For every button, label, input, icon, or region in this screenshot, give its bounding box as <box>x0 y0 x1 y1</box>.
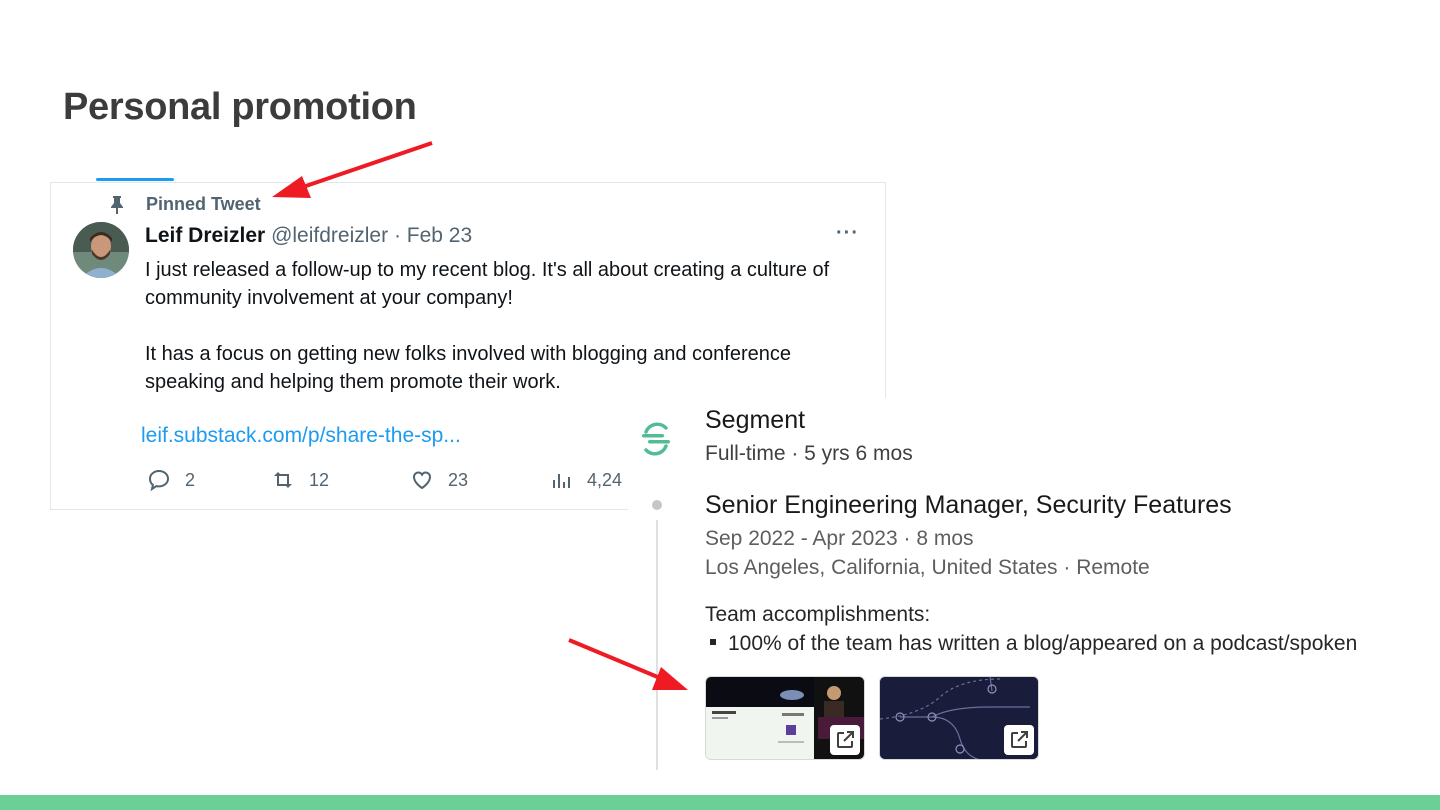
views-button[interactable]: 4,24 <box>549 468 622 492</box>
accomplishment-text: 100% of the team has written a blog/appe… <box>728 632 1358 655</box>
speech-bubble-icon <box>148 469 170 492</box>
separator-dot: · <box>393 224 401 247</box>
pinned-label-text: Pinned Tweet <box>146 194 261 214</box>
tab-indicator <box>96 178 174 181</box>
tweet-header: Leif Dreizler @leifdreizler · Feb 23 <box>145 224 472 248</box>
more-options-button[interactable]: ··· <box>836 222 859 245</box>
company-name[interactable]: Segment <box>705 406 805 435</box>
accomplishment-item: 100% of the team has written a blog/appe… <box>705 632 1357 656</box>
tweet-paragraph: It has a focus on getting new folks invo… <box>145 343 791 393</box>
like-count: 23 <box>448 469 469 490</box>
slide-title: Personal promotion <box>63 86 417 128</box>
role-dates: Sep 2022 - Apr 2023 · 8 mos <box>705 527 974 550</box>
reply-count: 2 <box>185 469 196 490</box>
employment-meta: Full-time · 5 yrs 6 mos <box>705 442 913 465</box>
role-location: Los Angeles, California, United States ·… <box>705 556 1150 579</box>
tweet-text: I just released a follow-up to my recent… <box>145 256 875 396</box>
accomplishments-heading: Team accomplishments: <box>705 603 931 626</box>
retweet-count: 12 <box>309 469 330 490</box>
pinned-tweet-label: Pinned Tweet <box>108 194 261 215</box>
tweet-link[interactable]: leif.substack.com/p/share-the-sp... <box>141 424 461 448</box>
like-button[interactable]: 23 <box>410 468 468 492</box>
external-link-icon <box>837 731 854 748</box>
external-link-button[interactable] <box>1004 725 1034 755</box>
heart-icon <box>412 471 432 490</box>
timeline-line <box>656 520 658 770</box>
reply-button[interactable]: 2 <box>147 468 195 492</box>
media-thumbnail[interactable] <box>705 676 865 760</box>
role-title: Senior Engineering Manager, Security Fea… <box>705 491 1232 519</box>
footer-bar <box>0 795 1440 810</box>
bar-chart-icon <box>553 474 570 488</box>
tweet-date[interactable]: Feb 23 <box>407 224 472 247</box>
external-link-button[interactable] <box>830 725 860 755</box>
linkedin-experience-card: Segment Full-time · 5 yrs 6 mos Senior E… <box>628 398 1440 788</box>
retweet-icon <box>274 472 292 488</box>
media-thumbnail[interactable] <box>879 676 1039 760</box>
avatar-photo <box>73 222 129 278</box>
author-handle[interactable]: @leifdreizler <box>271 224 388 247</box>
tweet-paragraph: I just released a follow-up to my recent… <box>145 259 830 309</box>
external-link-icon <box>1011 731 1028 748</box>
retweet-button[interactable]: 12 <box>271 468 329 492</box>
view-count: 4,24 <box>587 469 623 490</box>
author-name[interactable]: Leif Dreizler <box>145 224 265 247</box>
avatar[interactable] <box>73 222 129 278</box>
bullet-icon <box>710 639 716 646</box>
timeline-dot <box>652 500 662 510</box>
pin-icon <box>111 195 123 214</box>
segment-logo-icon <box>642 422 670 456</box>
